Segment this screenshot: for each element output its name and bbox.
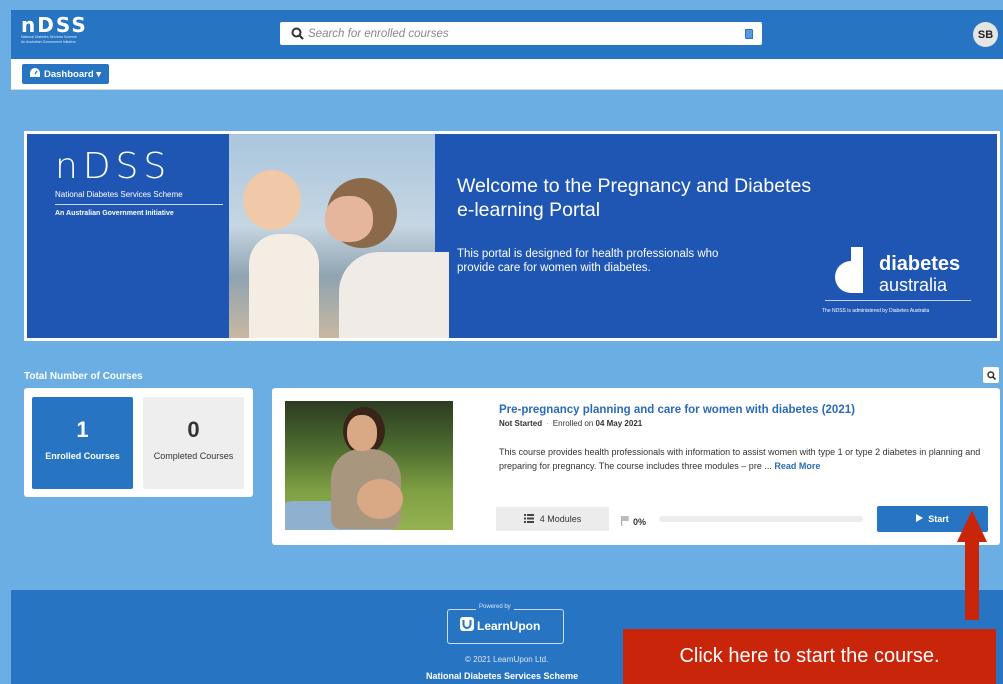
progress-indicator: 0%	[621, 513, 646, 531]
course-stats-card: 1 Enrolled Courses 0 Completed Courses	[24, 388, 253, 497]
logo-initiative: An Australian Government Initiative	[21, 40, 76, 44]
photo-mother-body	[339, 252, 449, 338]
footer-copyright: © 2021 LearnUpon Ltd.	[465, 655, 549, 664]
modules-label: 4 Modules	[539, 514, 582, 524]
play-icon	[916, 514, 924, 524]
course-description-text: This course provides health professional…	[499, 447, 981, 471]
read-more-link[interactable]: Read More	[774, 461, 820, 471]
partner-note: The NDSS is administered by Diabetes Aus…	[822, 308, 930, 314]
mother-baby-photo	[229, 134, 449, 338]
partner-name-line1: diabetes	[879, 253, 961, 275]
banner-scheme-name: National Diabetes Services Scheme	[55, 190, 183, 199]
welcome-banner: nDSS National Diabetes Services Scheme A…	[24, 131, 1000, 341]
banner-text: Welcome to the Pregnancy and Diabetes e-…	[457, 174, 817, 275]
photo-mother-face	[325, 196, 373, 242]
enrolled-count: 1	[76, 417, 89, 442]
search-icon	[286, 27, 308, 40]
banner-divider	[55, 204, 223, 205]
meta-separator: ·	[546, 419, 549, 428]
progress-percent: 0%	[633, 517, 647, 527]
photo-baby-head	[243, 170, 301, 230]
list-icon	[523, 513, 534, 525]
footer-organisation: National Diabetes Services Scheme	[426, 671, 579, 681]
course-search-button[interactable]	[983, 367, 999, 383]
dashboard-dropdown-button[interactable]: Dashboard ▾	[22, 64, 110, 84]
banner-title: Welcome to the Pregnancy and Diabetes e-…	[457, 175, 812, 221]
learnupon-brand: LearnUpon	[460, 617, 540, 634]
banner-ndss-logo: nDSS	[55, 146, 172, 187]
learnupon-wordmark: LearnUpon	[477, 618, 541, 633]
search-icon	[986, 370, 996, 380]
enrolled-courses-tile[interactable]: 1 Enrolled Courses	[32, 397, 133, 489]
course-title-link[interactable]: Pre-pregnancy planning and care for wome…	[499, 404, 855, 416]
top-bar: nDSS National Diabetes Services Scheme A…	[11, 10, 1003, 59]
sub-navigation-bar: Dashboard ▾	[11, 59, 1003, 90]
enrolled-label: Enrolled Courses	[45, 451, 120, 461]
partner-divider	[825, 300, 971, 301]
banner-description: This portal is designed for health profe…	[457, 248, 719, 274]
annotation-arrow-shaft	[965, 540, 979, 620]
annotation-callout: Click here to start the course.	[623, 629, 996, 684]
courses-section-title: Total Number of Courses	[24, 371, 143, 382]
completed-count: 0	[187, 417, 200, 442]
thumb-face	[347, 415, 377, 451]
progress-bar	[659, 516, 863, 522]
partner-name-line2: australia	[879, 275, 948, 295]
dashboard-label: Dashboard ▾	[44, 68, 102, 80]
course-status: Not Started	[499, 419, 543, 428]
banner-initiative: An Australian Government Initiative	[55, 210, 174, 217]
book-icon[interactable]	[736, 28, 762, 40]
course-meta: Not Started · Enrolled on 04 May 2021	[499, 419, 642, 428]
enrolled-date: 04 May 2021	[595, 419, 643, 428]
diabetes-australia-logo-icon	[835, 247, 863, 293]
search-bar[interactable]	[280, 22, 762, 45]
course-thumbnail[interactable]	[285, 401, 453, 530]
dashboard-icon	[30, 68, 40, 80]
flag-icon	[621, 513, 629, 531]
completed-courses-tile[interactable]: 0 Completed Courses	[143, 397, 244, 489]
banner-ndss-panel: nDSS National Diabetes Services Scheme A…	[27, 134, 229, 338]
logo-wordmark: nDSS	[21, 13, 88, 37]
learnupon-logo-icon	[460, 617, 474, 634]
completed-label: Completed Courses	[153, 451, 234, 461]
enrolled-prefix: Enrolled on	[552, 419, 594, 428]
course-description: This course provides health professional…	[499, 445, 989, 473]
photo-baby-body	[249, 234, 319, 338]
powered-by-label: Powered by	[476, 604, 514, 610]
thumb-belly	[357, 479, 403, 519]
annotation-arrow-head	[957, 510, 987, 542]
ndss-logo[interactable]: nDSS National Diabetes Services Scheme A…	[21, 15, 88, 45]
course-card: Pre-pregnancy planning and care for wome…	[272, 388, 1000, 545]
user-avatar[interactable]: SB	[973, 22, 998, 47]
search-input[interactable]	[308, 27, 736, 40]
modules-button[interactable]: 4 Modules	[496, 507, 609, 531]
start-label: Start	[928, 514, 949, 524]
